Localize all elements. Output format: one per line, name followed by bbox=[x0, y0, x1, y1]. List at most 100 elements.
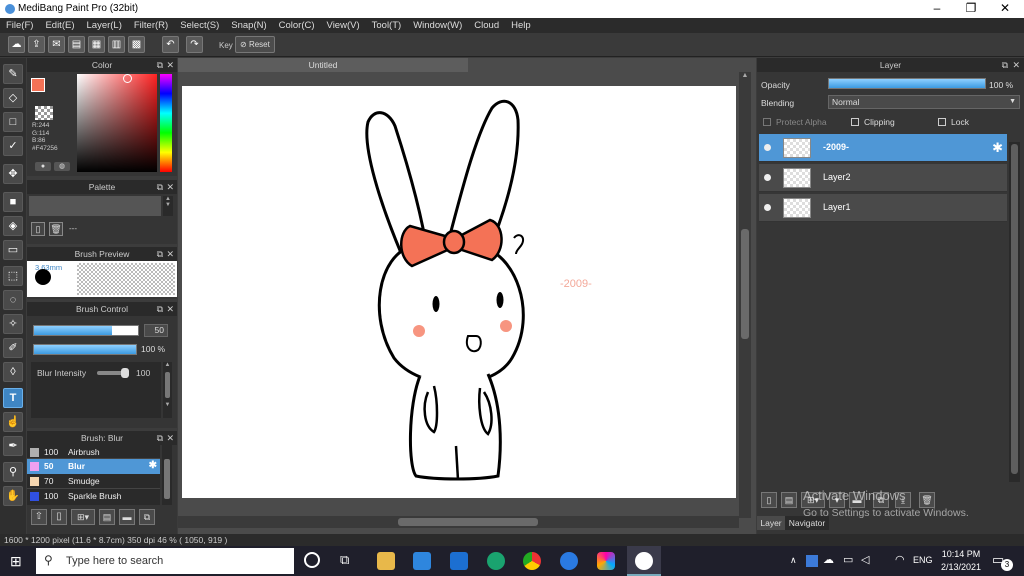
add-brush-dropdown-icon[interactable]: ⊞▾ bbox=[71, 509, 95, 525]
blur-slider-thumb[interactable] bbox=[121, 368, 129, 378]
brush-list-scrollbar[interactable] bbox=[162, 445, 172, 505]
edge-icon[interactable] bbox=[487, 552, 505, 570]
fill-tool-icon[interactable]: ◈ bbox=[3, 216, 23, 236]
canvas-vertical-scrollbar[interactable]: ▲ bbox=[739, 72, 751, 518]
blending-select[interactable]: Normal ▼ bbox=[828, 95, 1020, 109]
close-button[interactable]: ✕ bbox=[988, 0, 1022, 18]
tray-chevron-icon[interactable]: ∧ bbox=[790, 555, 797, 566]
float-icon[interactable]: ⧉ bbox=[157, 58, 163, 72]
page-icon[interactable]: ▦ bbox=[88, 36, 105, 53]
select-eraser-icon[interactable]: ◊ bbox=[3, 362, 23, 382]
brush-item[interactable]: 100 Sparkle Brush bbox=[27, 489, 160, 504]
task-view-icon[interactable]: ⧉ bbox=[340, 552, 349, 568]
close-icon[interactable]: ✕ bbox=[166, 180, 174, 194]
opacity-slider[interactable] bbox=[33, 344, 137, 355]
chat-icon[interactable]: ✉ bbox=[48, 36, 65, 53]
close-icon[interactable]: ✕ bbox=[166, 431, 174, 445]
trash-icon[interactable]: 🗑 bbox=[49, 222, 63, 236]
float-icon[interactable]: ⧉ bbox=[157, 431, 163, 445]
duplicate-brush-icon[interactable]: ⧉ bbox=[139, 509, 155, 525]
float-icon[interactable]: ⧉ bbox=[157, 302, 163, 316]
palette-swatch-area[interactable] bbox=[29, 196, 161, 216]
tab-layer[interactable]: Layer bbox=[757, 516, 785, 530]
tray-app-icon[interactable] bbox=[806, 555, 818, 567]
minimize-button[interactable]: – bbox=[920, 0, 954, 18]
select-tool-icon[interactable]: ⬚ bbox=[3, 266, 23, 286]
maximize-button[interactable]: ❐ bbox=[954, 0, 988, 18]
store-icon[interactable] bbox=[413, 552, 431, 570]
close-icon[interactable]: ✕ bbox=[166, 302, 174, 316]
new-layer-icon[interactable]: ▯ bbox=[761, 492, 777, 508]
redo-icon[interactable]: ↷ bbox=[186, 36, 203, 53]
language-indicator[interactable]: ENG bbox=[913, 555, 933, 565]
brush-item-selected[interactable]: 50 Blur ✱ bbox=[27, 459, 160, 474]
menu-filter[interactable]: Filter(R) bbox=[128, 20, 174, 31]
protect-alpha-checkbox[interactable] bbox=[763, 118, 771, 126]
trash-icon[interactable]: 🗑 bbox=[919, 492, 935, 508]
clock[interactable]: 10:14 PM 2/13/2021 bbox=[940, 549, 982, 572]
text-tool-icon[interactable]: T bbox=[3, 388, 23, 408]
menu-color[interactable]: Color(C) bbox=[273, 20, 321, 31]
onedrive-icon[interactable]: ☁ bbox=[823, 553, 834, 566]
new-brush-icon[interactable]: ▯ bbox=[51, 509, 67, 525]
layer-opacity-slider[interactable] bbox=[828, 78, 986, 89]
brush-item[interactable]: 70 Smudge bbox=[27, 474, 160, 489]
brush-control-scrollbar[interactable]: ▲ ▼ bbox=[163, 362, 172, 418]
lock-checkbox[interactable] bbox=[938, 118, 946, 126]
canvas-horizontal-scrollbar[interactable] bbox=[178, 516, 739, 528]
menu-window[interactable]: Window(W) bbox=[407, 20, 468, 31]
gradient-tool-icon[interactable]: ▭ bbox=[3, 240, 23, 260]
float-icon[interactable]: ⧉ bbox=[157, 180, 163, 194]
menu-view[interactable]: View(V) bbox=[321, 20, 366, 31]
chrome-icon[interactable] bbox=[523, 552, 541, 570]
volume-icon[interactable]: ◁ bbox=[861, 553, 869, 566]
pages-icon[interactable]: ▥ bbox=[108, 36, 125, 53]
eyedropper-icon[interactable]: ⚲ bbox=[3, 462, 23, 482]
menu-tool[interactable]: Tool(T) bbox=[366, 20, 408, 31]
grid-icon[interactable]: ▩ bbox=[128, 36, 145, 53]
menu-cloud[interactable]: Cloud bbox=[468, 20, 505, 31]
tab-navigator[interactable]: Navigator bbox=[785, 516, 829, 530]
paint-app-icon[interactable] bbox=[597, 552, 615, 570]
magic-wand-icon[interactable]: ✧ bbox=[3, 314, 23, 334]
undo-icon[interactable]: ↶ bbox=[162, 36, 179, 53]
wifi-icon[interactable]: ◠ bbox=[895, 553, 905, 566]
menu-layer[interactable]: Layer(L) bbox=[81, 20, 128, 31]
brush-tool-icon[interactable]: ✎ bbox=[3, 64, 23, 84]
primary-color-swatch[interactable] bbox=[31, 78, 45, 92]
visibility-icon[interactable] bbox=[764, 144, 771, 151]
network-icon[interactable]: ▭ bbox=[843, 553, 853, 566]
layer-row-layer2[interactable]: Layer2 bbox=[759, 164, 1007, 192]
menu-help[interactable]: Help bbox=[505, 20, 537, 31]
eraser-tool-icon[interactable]: ◇ bbox=[3, 88, 23, 108]
medibang-taskbar-button[interactable] bbox=[627, 546, 661, 576]
brush-item[interactable]: 100 Airbrush bbox=[27, 445, 160, 459]
menu-snap[interactable]: Snap(N) bbox=[225, 20, 272, 31]
palette-scrollbar[interactable]: ▲ ▼ bbox=[163, 196, 173, 216]
mail-icon[interactable] bbox=[450, 552, 468, 570]
new-layer-2-icon[interactable]: ▤ bbox=[781, 492, 797, 508]
share-icon[interactable]: ⇪ bbox=[28, 36, 45, 53]
comment-icon[interactable]: ▤ bbox=[68, 36, 85, 53]
upload-brush-icon[interactable]: ⇧ bbox=[31, 509, 47, 525]
shape-tool-icon[interactable]: ■ bbox=[3, 192, 23, 212]
close-icon[interactable]: ✕ bbox=[166, 247, 174, 261]
select-pen-icon[interactable]: ✐ bbox=[3, 338, 23, 358]
lasso-tool-icon[interactable]: ◌ bbox=[3, 290, 23, 310]
size-value[interactable]: 50 bbox=[144, 324, 168, 337]
new-palette-icon[interactable]: ▯ bbox=[31, 222, 45, 236]
reset-button[interactable]: ⊘ Reset bbox=[235, 36, 275, 53]
close-icon[interactable]: ✕ bbox=[1012, 58, 1020, 72]
file-explorer-icon[interactable] bbox=[377, 552, 395, 570]
close-icon[interactable]: ✕ bbox=[166, 58, 174, 72]
brush-settings-icon[interactable]: ▤ bbox=[99, 509, 115, 525]
blur-intensity-slider[interactable] bbox=[97, 368, 129, 378]
cortana-icon[interactable] bbox=[304, 552, 320, 568]
float-icon[interactable]: ⧉ bbox=[157, 247, 163, 261]
cloud-icon[interactable]: ☁ bbox=[8, 36, 25, 53]
layer-scrollbar[interactable] bbox=[1009, 142, 1020, 482]
layer-row-layer1[interactable]: Layer1 bbox=[759, 194, 1007, 222]
color-mode-icon[interactable]: ● bbox=[35, 162, 51, 171]
document-tab[interactable]: Untitled bbox=[178, 58, 468, 72]
horizontal-scroll-thumb[interactable] bbox=[398, 518, 538, 526]
